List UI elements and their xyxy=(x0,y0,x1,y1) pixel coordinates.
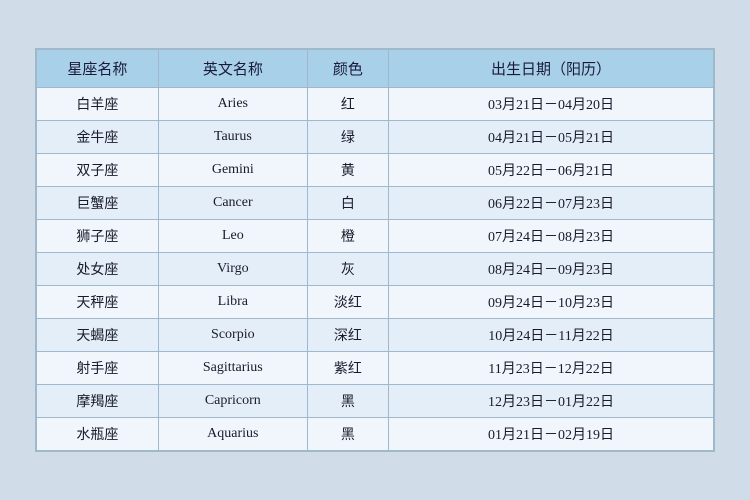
cell-chinese: 射手座 xyxy=(37,352,159,385)
cell-date: 04月21日－05月21日 xyxy=(389,121,714,154)
table-row: 天蝎座Scorpio深红10月24日－11月22日 xyxy=(37,319,714,352)
cell-chinese: 狮子座 xyxy=(37,220,159,253)
cell-color: 黄 xyxy=(307,154,388,187)
table-row: 白羊座Aries红03月21日－04月20日 xyxy=(37,88,714,121)
cell-chinese: 巨蟹座 xyxy=(37,187,159,220)
cell-color: 红 xyxy=(307,88,388,121)
cell-english: Aquarius xyxy=(158,418,307,451)
table-row: 狮子座Leo橙07月24日－08月23日 xyxy=(37,220,714,253)
cell-english: Scorpio xyxy=(158,319,307,352)
cell-chinese: 天蝎座 xyxy=(37,319,159,352)
table-header-row: 星座名称 英文名称 颜色 出生日期（阳历） xyxy=(37,50,714,88)
table-row: 射手座Sagittarius紫红11月23日－12月22日 xyxy=(37,352,714,385)
cell-color: 紫红 xyxy=(307,352,388,385)
cell-chinese: 摩羯座 xyxy=(37,385,159,418)
cell-color: 淡红 xyxy=(307,286,388,319)
cell-english: Gemini xyxy=(158,154,307,187)
cell-color: 深红 xyxy=(307,319,388,352)
cell-date: 06月22日－07月23日 xyxy=(389,187,714,220)
table-row: 摩羯座Capricorn黑12月23日－01月22日 xyxy=(37,385,714,418)
table-row: 双子座Gemini黄05月22日－06月21日 xyxy=(37,154,714,187)
cell-date: 03月21日－04月20日 xyxy=(389,88,714,121)
cell-english: Sagittarius xyxy=(158,352,307,385)
header-date: 出生日期（阳历） xyxy=(389,50,714,88)
cell-chinese: 双子座 xyxy=(37,154,159,187)
cell-english: Capricorn xyxy=(158,385,307,418)
cell-date: 10月24日－11月22日 xyxy=(389,319,714,352)
cell-date: 07月24日－08月23日 xyxy=(389,220,714,253)
cell-date: 11月23日－12月22日 xyxy=(389,352,714,385)
cell-english: Aries xyxy=(158,88,307,121)
header-english: 英文名称 xyxy=(158,50,307,88)
cell-chinese: 白羊座 xyxy=(37,88,159,121)
cell-english: Virgo xyxy=(158,253,307,286)
cell-color: 黑 xyxy=(307,418,388,451)
table-row: 巨蟹座Cancer白06月22日－07月23日 xyxy=(37,187,714,220)
cell-color: 黑 xyxy=(307,385,388,418)
cell-date: 08月24日－09月23日 xyxy=(389,253,714,286)
header-chinese: 星座名称 xyxy=(37,50,159,88)
table-row: 金牛座Taurus绿04月21日－05月21日 xyxy=(37,121,714,154)
cell-english: Cancer xyxy=(158,187,307,220)
cell-date: 05月22日－06月21日 xyxy=(389,154,714,187)
zodiac-table-container: 星座名称 英文名称 颜色 出生日期（阳历） 白羊座Aries红03月21日－04… xyxy=(35,48,715,452)
cell-chinese: 金牛座 xyxy=(37,121,159,154)
cell-color: 白 xyxy=(307,187,388,220)
cell-date: 12月23日－01月22日 xyxy=(389,385,714,418)
cell-english: Taurus xyxy=(158,121,307,154)
cell-date: 01月21日－02月19日 xyxy=(389,418,714,451)
table-row: 处女座Virgo灰08月24日－09月23日 xyxy=(37,253,714,286)
header-color: 颜色 xyxy=(307,50,388,88)
table-row: 天秤座Libra淡红09月24日－10月23日 xyxy=(37,286,714,319)
cell-english: Leo xyxy=(158,220,307,253)
cell-color: 灰 xyxy=(307,253,388,286)
cell-chinese: 天秤座 xyxy=(37,286,159,319)
table-row: 水瓶座Aquarius黑01月21日－02月19日 xyxy=(37,418,714,451)
zodiac-table: 星座名称 英文名称 颜色 出生日期（阳历） 白羊座Aries红03月21日－04… xyxy=(36,49,714,451)
cell-chinese: 处女座 xyxy=(37,253,159,286)
cell-date: 09月24日－10月23日 xyxy=(389,286,714,319)
cell-chinese: 水瓶座 xyxy=(37,418,159,451)
cell-color: 绿 xyxy=(307,121,388,154)
cell-english: Libra xyxy=(158,286,307,319)
cell-color: 橙 xyxy=(307,220,388,253)
